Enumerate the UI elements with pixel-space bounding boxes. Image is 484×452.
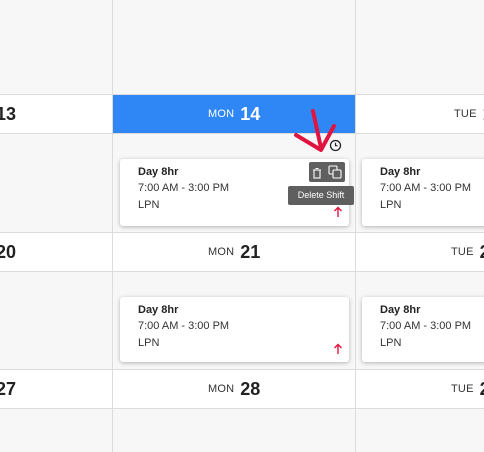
day-header-tue[interactable]: TUE 2 (451, 233, 484, 271)
row-divider (0, 408, 484, 409)
day-name: TUE (454, 108, 477, 120)
shift-time: 7:00 AM - 3:00 PM (380, 320, 472, 332)
day-number: 28 (240, 378, 261, 399)
shift-title: Day 8hr (138, 304, 179, 316)
row-divider (0, 271, 484, 272)
day-number: 14 (240, 103, 261, 124)
shift-role: LPN (138, 337, 160, 349)
day-header-mon-28[interactable]: MON 28 (208, 370, 260, 408)
date-13[interactable]: 13 (0, 95, 16, 133)
copy-icon[interactable] (328, 165, 342, 179)
day-header-bg (0, 95, 112, 133)
shift-card[interactable]: Day 8hr 7:00 AM - 3:00 PM LPN (120, 297, 349, 362)
arrow-up-icon (333, 205, 343, 217)
day-name: TUE (451, 246, 474, 258)
shift-role: LPN (380, 199, 402, 211)
day-header-mon-14[interactable]: MON 14 (208, 95, 260, 133)
delete-shift-tooltip: Delete Shift (288, 186, 354, 205)
date-20[interactable]: 20 (0, 233, 16, 271)
day-number: 2 (480, 242, 484, 263)
day-number: 2 (480, 379, 484, 400)
date-number: 27 (0, 378, 17, 399)
arrow-up-icon (333, 342, 343, 354)
day-header-tue[interactable]: TUE 2 (451, 370, 484, 408)
date-number: 13 (0, 103, 17, 124)
shift-card[interactable]: Day 8hr 7:00 AM - 3:00 PM LPN (362, 297, 484, 362)
shift-actions (309, 162, 345, 182)
day-header-tue[interactable]: TUE 1 (454, 95, 484, 133)
day-header-mon-21[interactable]: MON 21 (208, 233, 260, 271)
day-name: MON (208, 246, 235, 258)
day-header-bg (0, 233, 112, 271)
trash-icon[interactable] (312, 166, 322, 179)
shift-role: LPN (380, 337, 402, 349)
shift-card[interactable]: Day 8hr 7:00 AM - 3:00 PM LPN (362, 159, 484, 226)
day-header-bg (0, 370, 112, 408)
day-name: MON (208, 383, 235, 395)
date-number: 20 (0, 241, 17, 262)
day-name: MON (208, 108, 235, 120)
shift-time: 7:00 AM - 3:00 PM (138, 320, 230, 332)
row-divider (0, 133, 484, 134)
annotation-arrow-icon (291, 108, 337, 156)
shift-title: Day 8hr (380, 166, 421, 178)
day-number: 21 (240, 241, 261, 262)
date-27[interactable]: 27 (0, 370, 16, 408)
shift-time: 7:00 AM - 3:00 PM (380, 182, 472, 194)
shift-title: Day 8hr (380, 304, 421, 316)
day-name: TUE (451, 383, 474, 395)
